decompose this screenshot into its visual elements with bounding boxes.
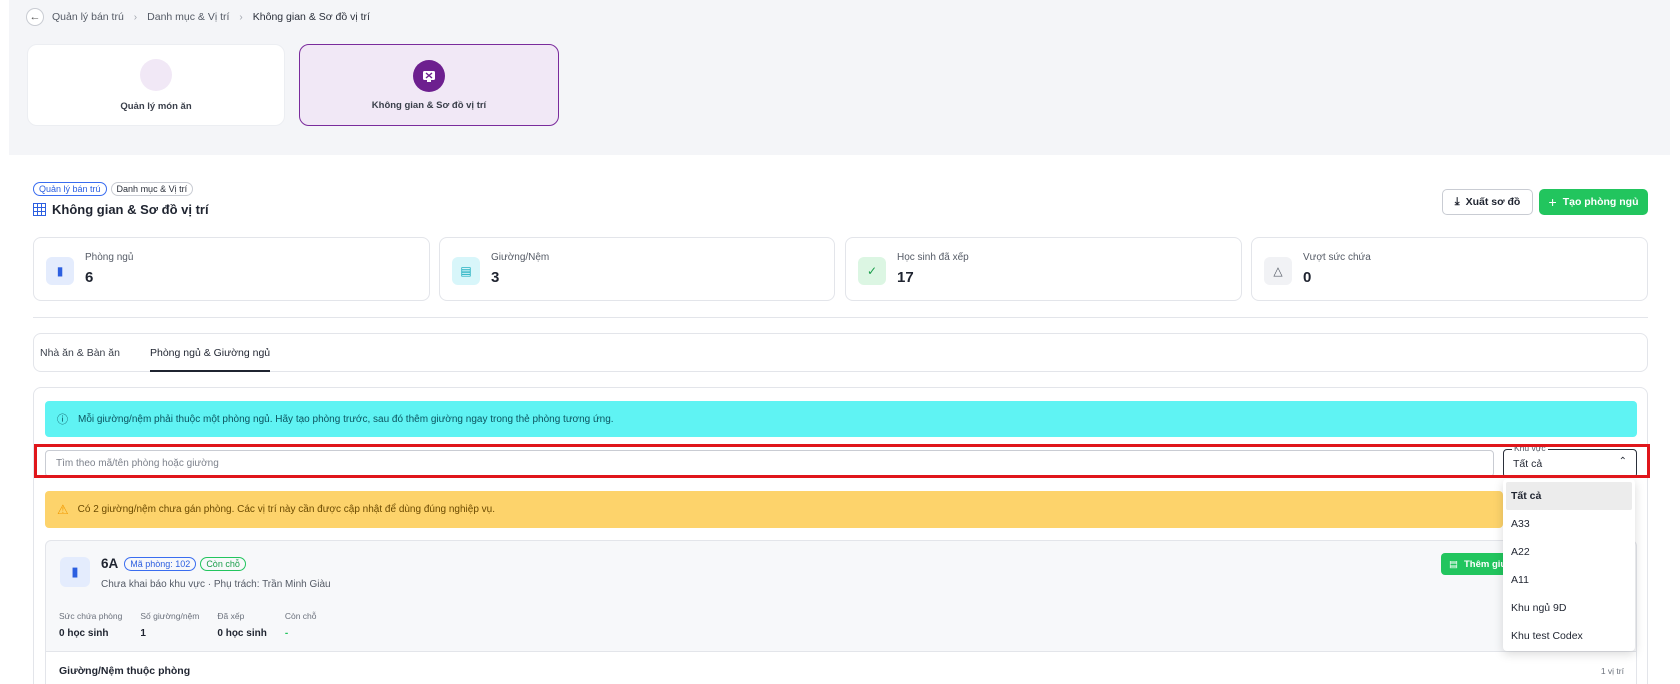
stat-label: Học sinh đã xếp [897,252,969,263]
door-icon: ▮ [60,557,90,587]
beds-count: 1 vị trí [1600,666,1624,676]
beds-section-title: Giường/Nệm thuộc phòng [59,665,191,677]
tab-canteen-tables[interactable]: Nhà ăn & Bàn ăn [40,333,120,372]
user-check-icon: ✓ [858,257,886,285]
dropdown-option[interactable]: Khu ngủ 9D [1503,594,1635,622]
divider [33,317,1648,318]
chevron-up-icon: ⌃ [1618,456,1627,467]
stat-value: 17 [897,269,914,286]
module-label: Không gian & Sơ đồ vị trí [371,99,487,111]
module-card-space-map[interactable]: Không gian & Sơ đồ vị trí [299,44,559,126]
tab-bar: Nhà ăn & Bàn ăn Phòng ngủ & Giường ngủ [33,333,1648,372]
room-stat-label: Đã xếp [217,611,245,621]
create-room-button[interactable]: + Tạo phòng ngủ [1539,189,1648,215]
module-card-food[interactable]: Quản lý món ăn [27,44,285,126]
stat-value: 0 [1303,269,1312,286]
room-status-badge: Còn chỗ [200,556,246,571]
stat-label: Phòng ngủ [85,252,134,263]
back-arrow-icon[interactable]: ← [26,8,44,26]
grid-icon [33,203,46,216]
stat-card-rooms: ▮ Phòng ngủ 6 [33,237,430,301]
search-input[interactable] [46,451,1493,476]
chevron-right-icon: › [239,11,243,23]
dropdown-option[interactable]: Tất cả [1506,482,1632,510]
room-header: 6A Mã phòng: 102 Còn chỗ [101,556,250,571]
room-stat-label: Số giường/nệm [140,611,200,621]
info-icon: ⓘ [57,414,68,426]
room-stat: Đã xếp 0 học sinh [217,611,266,639]
stat-card-beds: ▤ Giường/Nệm 3 [439,237,835,301]
room-subtitle: Chưa khai báo khu vực · Phụ trách: Trần … [101,579,331,590]
warning-icon: ⚠ [57,501,69,517]
module-label: Quản lý món ăn [120,100,192,112]
door-icon: ▮ [46,257,74,285]
plus-icon: + [1548,194,1557,210]
room-name: 6A [101,556,119,571]
room-code-badge: Mã phòng: 102 [124,556,197,571]
tab-rooms-beds[interactable]: Phòng ngủ & Giường ngủ [149,333,271,372]
room-stat-value: 0 học sinh [59,628,109,639]
room-stat-label: Sức chứa phòng [59,611,123,621]
export-map-button[interactable]: ⤓ Xuất sơ đồ [1442,189,1533,215]
stat-card-assigned-students: ✓ Học sinh đã xếp 17 [845,237,1242,301]
beds-section: Giường/Nệm thuộc phòng 1 vị trí [46,652,1636,684]
page-title-text: Không gian & Sơ đồ vị trí [52,202,209,217]
map-module-icon [413,59,445,92]
tag-pill: Danh mục & Vị trí [110,182,194,196]
stat-card-over-capacity: △ Vượt sức chứa 0 [1251,237,1648,301]
create-room-label: Tạo phòng ngủ [1562,196,1639,208]
dropdown-option[interactable]: A33 [1503,510,1635,538]
room-stat-value: - [284,628,289,639]
bed-icon: ▤ [1449,558,1458,570]
breadcrumb-item[interactable]: Quản lý bán trú [52,11,124,23]
room-stat-value: 0 học sinh [217,628,267,639]
room-card: ▮ 6A Mã phòng: 102 Còn chỗ Chưa khai báo… [45,540,1637,684]
area-filter-value: Tất cả [1513,458,1543,470]
dropdown-option[interactable]: A22 [1503,538,1635,566]
stat-label: Vượt sức chứa [1303,252,1371,263]
food-module-icon [140,58,172,91]
dropdown-option[interactable]: Khu test Codex [1503,622,1635,650]
warning-banner: ⚠ Có 2 giường/nệm chưa gán phòng. Các vị… [45,491,1503,528]
room-stat: Còn chỗ - [285,611,317,639]
room-stat-value: 1 [140,628,146,639]
warning-icon: △ [1264,257,1292,285]
tag-pill: Quản lý bán trú [33,182,107,196]
info-banner-text: Mỗi giường/nệm phải thuộc một phòng ngủ.… [78,413,614,425]
breadcrumb-current: Không gian & Sơ đồ vị trí [252,11,370,23]
info-banner: ⓘ Mỗi giường/nệm phải thuộc một phòng ng… [45,401,1637,437]
room-stat: Số giường/nệm 1 [140,611,199,639]
room-stat: Sức chứa phòng 0 học sinh [59,611,122,639]
warning-banner-text: Có 2 giường/nệm chưa gán phòng. Các vị t… [77,504,496,515]
chevron-right-icon: › [133,11,138,23]
page-title: Không gian & Sơ đồ vị trí [33,202,209,217]
stat-label: Giường/Nệm [491,252,550,263]
bed-icon: ▤ [452,257,480,285]
export-map-label: Xuất sơ đồ [1465,196,1521,208]
area-filter-label: Khu vực [1512,443,1548,453]
stat-value: 3 [491,269,500,286]
dropdown-option[interactable]: A11 [1503,566,1635,594]
room-stat-label: Còn chỗ [284,611,317,621]
breadcrumb-item[interactable]: Danh mục & Vị trí [147,11,229,23]
search-field [45,450,1494,477]
room-stats: Sức chứa phòng 0 học sinh Số giường/nệm … [59,611,335,639]
area-filter-dropdown: Tất cả A33 A22 A11 Khu ngủ 9D Khu test C… [1503,479,1635,651]
area-filter-select[interactable]: Khu vực Tất cả ⌃ [1503,443,1637,478]
stat-value: 6 [85,269,94,286]
download-icon: ⤓ [1454,195,1460,208]
breadcrumb: ← Quản lý bán trú › Danh mục & Vị trí › … [26,8,370,26]
page-tags: Quản lý bán trú Danh mục & Vị trí [33,182,197,196]
